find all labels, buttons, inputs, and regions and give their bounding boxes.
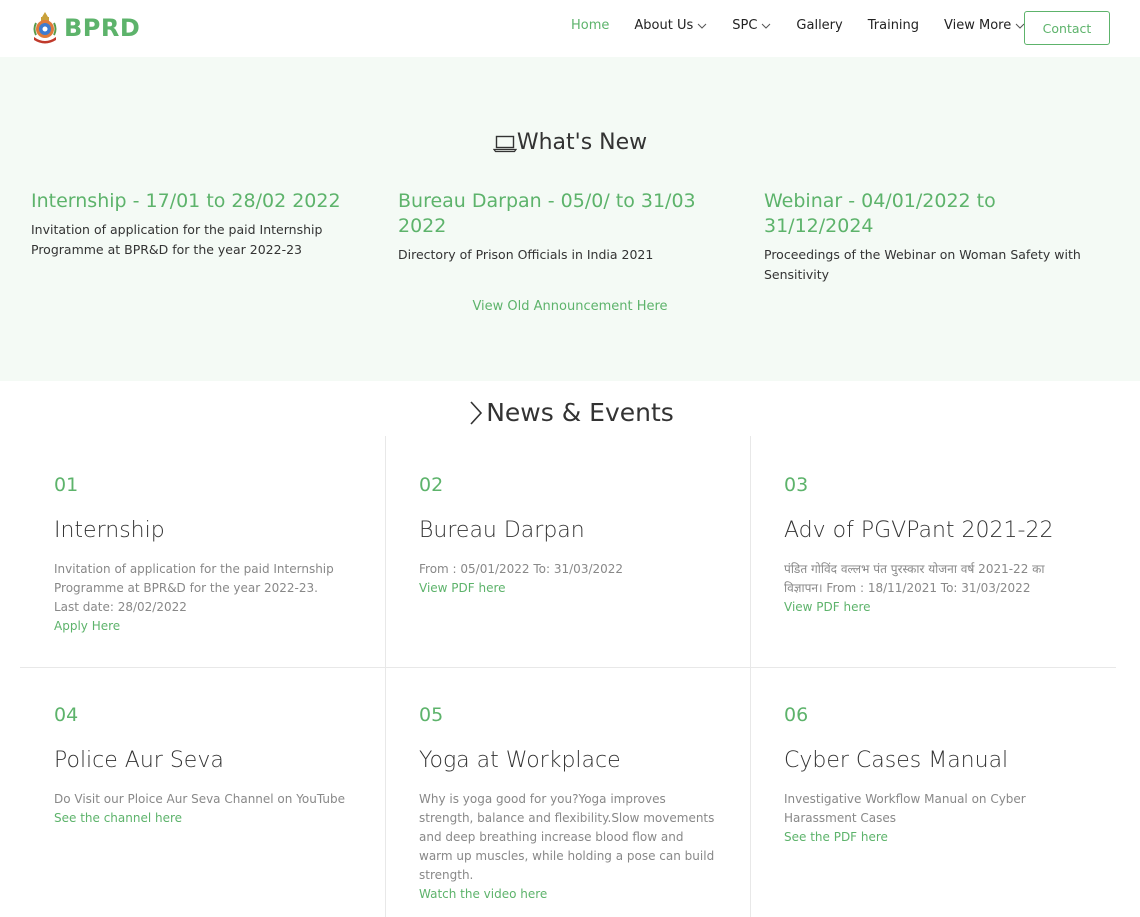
card-title: Adv of PGVPant 2021-22 [784,518,1054,543]
announcement-item: Bureau Darpan - 05/0/ to 31/03 2022 Dire… [398,189,718,265]
chevron-down-icon [762,23,771,29]
nav-label: View More [944,18,1012,33]
divider [750,436,751,917]
divider [20,667,1116,668]
card-number: 05 [419,704,444,726]
announcement-item: Internship - 17/01 to 28/02 2022 Invitat… [31,189,361,260]
card-title: Yoga at Workplace [419,748,621,773]
laptop-icon [492,135,517,152]
logo-text: BPRD [64,14,141,42]
announcement-description: Invitation of application for the paid I… [31,222,323,257]
emblem-icon [33,12,57,44]
card-title: Internship [54,518,165,543]
news-events-title: News & Events [486,398,674,427]
card-number: 03 [784,474,809,496]
card-number: 01 [54,474,79,496]
nav-home[interactable]: Home [571,18,609,33]
nav-label: About Us [634,18,694,33]
news-card: 06 Cyber Cases Manual Investigative Work… [784,704,1114,847]
card-description: Do Visit our Ploice Aur Seva Channel on … [54,792,345,806]
card-link[interactable]: View PDF here [419,579,749,598]
announcement-heading[interactable]: Bureau Darpan - 05/0/ to 31/03 2022 [398,189,718,239]
news-card: 05 Yoga at Workplace Why is yoga good fo… [419,704,749,904]
announcement-description: Directory of Prison Officials in India 2… [398,247,654,262]
nav-about-us[interactable]: About Us [634,18,707,33]
card-link[interactable]: See the PDF here [784,828,1114,847]
card-description: Why is yoga good for you?Yoga improves s… [419,792,715,882]
whats-new-title: What's New [516,130,648,155]
nav-gallery[interactable]: Gallery [796,18,842,33]
nav-spc[interactable]: SPC [732,18,771,33]
card-link[interactable]: View PDF here [784,598,1114,617]
news-events-grid: 01 Internship Invitation of application … [20,436,1116,917]
card-description: From : 05/01/2022 To: 31/03/2022 [419,562,624,576]
news-card: 04 Police Aur Seva Do Visit our Ploice A… [54,704,384,828]
nav-training[interactable]: Training [868,18,919,33]
view-old-announcements-link[interactable]: View Old Announcement Here [0,299,1140,314]
card-link[interactable]: Watch the video here [419,885,749,904]
card-description: पंडित गोविंद वल्लभ पंत पुरस्कार योजना वर… [784,562,1045,595]
news-events-heading: News & Events [0,398,1140,427]
nav-label: Gallery [796,18,843,33]
news-card: 01 Internship Invitation of application … [54,474,384,636]
chevron-down-icon [697,23,707,29]
card-number: 06 [784,704,809,726]
site-logo[interactable]: BPRD [30,10,140,46]
whats-new-section: What's New Internship - 17/01 to 28/02 2… [0,57,1140,381]
whats-new-heading: What's New [0,130,1140,155]
announcement-description: Proceedings of the Webinar on Woman Safe… [764,247,1081,282]
card-link[interactable]: Apply Here [54,617,384,636]
card-description: Investigative Workflow Manual on Cyber H… [784,792,1026,825]
announcement-heading[interactable]: Internship - 17/01 to 28/02 2022 [31,189,361,214]
contact-button[interactable]: Contact [1024,11,1110,45]
nav-label: Home [571,18,610,33]
card-description: Invitation of application for the paid I… [54,562,334,614]
divider [385,436,386,917]
card-title: Bureau Darpan [419,518,585,543]
card-link[interactable]: See the channel here [54,809,384,828]
site-header: BPRD Home About Us SPC Gallery Training … [0,0,1140,57]
card-number: 02 [419,474,444,496]
news-card: 02 Bureau Darpan From : 05/01/2022 To: 3… [419,474,749,598]
nav-view-more[interactable]: View More [944,18,1025,33]
nav-label: SPC [732,18,758,33]
main-nav: Home About Us SPC Gallery Training View … [571,18,1050,33]
card-title: Police Aur Seva [54,748,224,773]
chevron-right-icon [470,400,483,425]
news-card: 03 Adv of PGVPant 2021-22 पंडित गोविंद व… [784,474,1114,617]
announcement-item: Webinar - 04/01/2022 to 31/12/2024 Proce… [764,189,1094,285]
card-title: Cyber Cases Manual [784,748,1009,773]
nav-label: Training [867,18,920,33]
card-number: 04 [54,704,79,726]
announcement-heading[interactable]: Webinar - 04/01/2022 to 31/12/2024 [764,189,1024,239]
